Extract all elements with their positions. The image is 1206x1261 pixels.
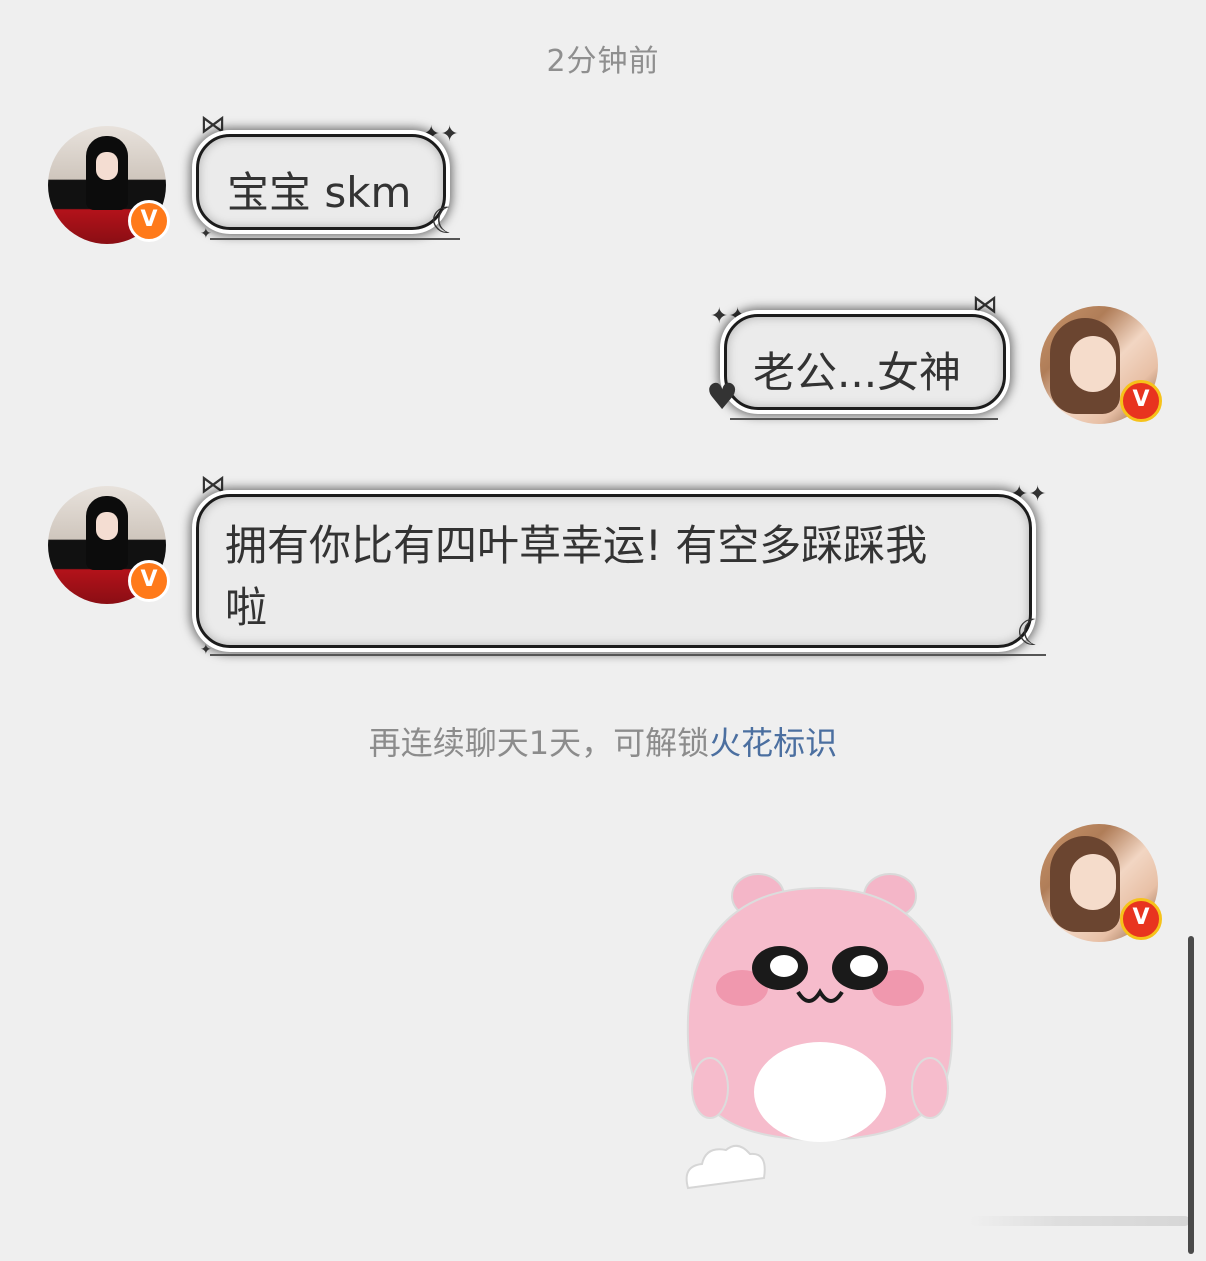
contact-avatar[interactable]: V xyxy=(48,486,170,604)
contact-avatar[interactable]: V xyxy=(48,126,170,244)
bubble-underline xyxy=(730,418,998,420)
pink-bear-sticker[interactable] xyxy=(680,868,960,1198)
moon-icon: ☾ xyxy=(1016,613,1049,654)
my-avatar[interactable]: V xyxy=(1040,306,1162,424)
message-bubble-incoming[interactable]: 拥有你比有四叶草幸运! 有空多踩踩我啦 xyxy=(196,494,1032,648)
bubble-underline xyxy=(210,654,1046,656)
spark-badge-link[interactable]: 火花标识 xyxy=(709,724,837,762)
my-avatar[interactable]: V xyxy=(1040,824,1162,942)
heart-icon: ♥ xyxy=(706,377,739,418)
input-hint-line xyxy=(970,1216,1190,1226)
sparkle-icon: ✦ xyxy=(200,642,212,658)
message-text: 拥有你比有四叶草幸运! 有空多踩踩我啦 xyxy=(225,521,928,632)
verified-badge-icon: V xyxy=(1120,380,1162,422)
message-timestamp: 2分钟前 xyxy=(546,44,660,79)
message-text: 老公...女神 xyxy=(753,348,962,397)
message-text: 宝宝 skm xyxy=(227,168,412,217)
verified-badge-icon: V xyxy=(128,200,170,242)
moon-icon: ☾ xyxy=(430,201,463,242)
sparkle-icon: ✦ xyxy=(200,226,212,242)
verified-badge-icon: V xyxy=(1120,898,1162,940)
streak-hint-text: 再连续聊天1天，可解锁 xyxy=(368,724,710,762)
bubble-underline xyxy=(210,238,460,240)
scrollbar[interactable] xyxy=(1188,936,1194,1254)
streak-hint: 再连续聊天1天，可解锁火花标识 xyxy=(0,718,1206,764)
message-bubble-incoming[interactable]: 宝宝 skm xyxy=(196,134,446,230)
verified-badge-icon: V xyxy=(128,560,170,602)
cloud-icon xyxy=(685,1144,766,1190)
message-bubble-outgoing[interactable]: 老公...女神 xyxy=(724,314,1006,410)
